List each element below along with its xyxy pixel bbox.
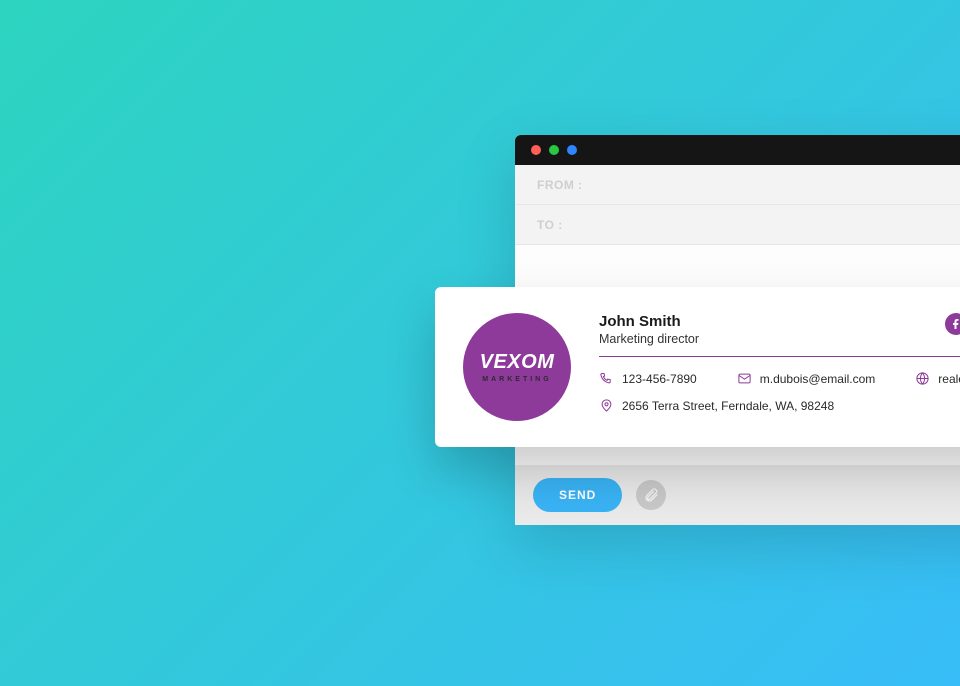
to-label: TO : bbox=[537, 218, 563, 232]
phone-icon bbox=[599, 371, 614, 386]
website-detail: realestate&co bbox=[915, 371, 960, 386]
window-titlebar bbox=[515, 135, 960, 165]
contact-title: Marketing director bbox=[599, 332, 699, 346]
signature-content: John Smith Marketing director 123-456-78… bbox=[599, 313, 960, 421]
logo-name: VEXOM bbox=[480, 351, 555, 374]
logo-tagline: MARKETING bbox=[482, 376, 551, 383]
maximize-icon[interactable] bbox=[567, 145, 577, 155]
from-field[interactable]: FROM : bbox=[515, 165, 960, 205]
contact-name: John Smith bbox=[599, 313, 699, 330]
paperclip-icon bbox=[643, 487, 659, 503]
signature-header: John Smith Marketing director bbox=[599, 313, 960, 357]
phone-text: 123-456-7890 bbox=[622, 372, 697, 386]
address-detail: 2656 Terra Street, Ferndale, WA, 98248 bbox=[599, 398, 960, 413]
signature-details: 123-456-7890 m.dubois@email.com realesta… bbox=[599, 371, 960, 413]
attach-button[interactable] bbox=[636, 480, 666, 510]
website-text: realestate&co bbox=[938, 372, 960, 386]
social-links bbox=[945, 313, 960, 335]
close-icon[interactable] bbox=[531, 145, 541, 155]
to-field[interactable]: TO : bbox=[515, 205, 960, 245]
address-text: 2656 Terra Street, Ferndale, WA, 98248 bbox=[622, 399, 834, 413]
minimize-icon[interactable] bbox=[549, 145, 559, 155]
email-text: m.dubois@email.com bbox=[760, 372, 876, 386]
mail-icon bbox=[737, 371, 752, 386]
location-icon bbox=[599, 398, 614, 413]
signature-card: VEXOM MARKETING John Smith Marketing dir… bbox=[435, 287, 960, 447]
send-button[interactable]: SEND bbox=[533, 478, 622, 512]
from-label: FROM : bbox=[537, 178, 583, 192]
phone-detail: 123-456-7890 bbox=[599, 371, 697, 386]
company-logo: VEXOM MARKETING bbox=[463, 313, 571, 421]
email-detail: m.dubois@email.com bbox=[737, 371, 876, 386]
compose-footer: SEND bbox=[515, 465, 960, 525]
facebook-icon[interactable] bbox=[945, 313, 960, 335]
globe-icon bbox=[915, 371, 930, 386]
